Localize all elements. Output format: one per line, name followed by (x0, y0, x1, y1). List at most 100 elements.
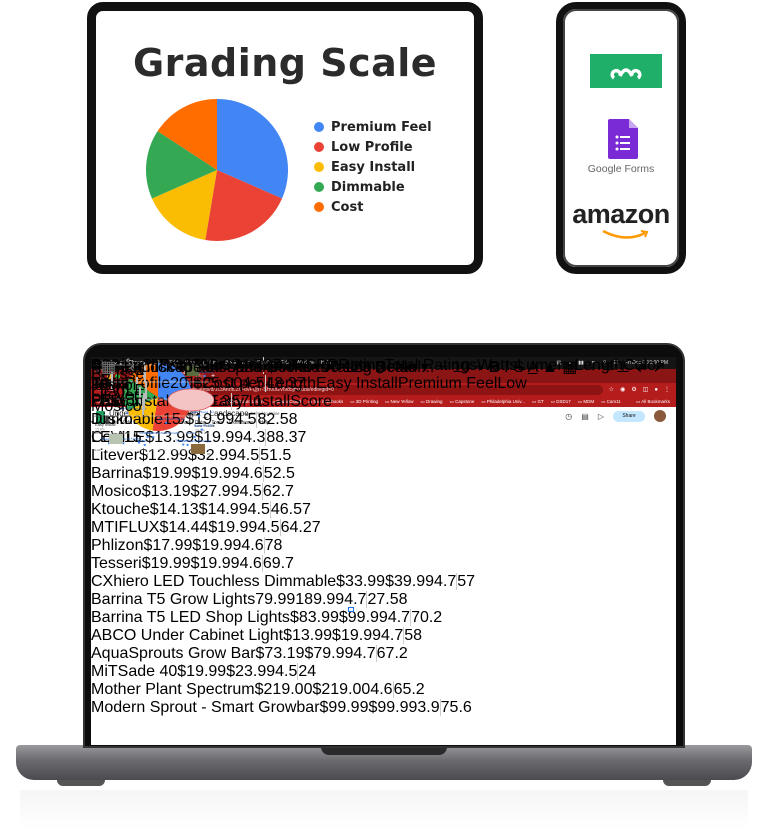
table-row: Barrina$19.99$19.994.652.5 (91, 465, 475, 483)
legend-label: Premium Feel (331, 119, 432, 135)
scatter-point[interactable] (165, 421, 168, 424)
product-link[interactable]: ABCO Under Cabinet Light (91, 627, 283, 644)
msrp-cell: $27.99 (190, 483, 240, 500)
msrp-cell: $99.99 (368, 699, 418, 716)
product-link[interactable]: AquaSprouts Grow Bar (91, 645, 256, 662)
price-cell: $33.99 (336, 573, 386, 590)
product-link[interactable]: Barrina (91, 465, 143, 482)
grid-view-icon[interactable]: ▦ ‹ (91, 359, 135, 376)
table-row: Phlizon$17.99$19.994.678 (91, 537, 475, 555)
product-link[interactable]: Tesseri (91, 555, 142, 572)
scatter-point[interactable] (152, 436, 155, 439)
product-link[interactable]: Modern Sprout - Smart Growbar (91, 699, 320, 716)
product-link[interactable]: Barrina T5 LED Shop Lights (91, 609, 290, 626)
legend-label: Easy Install (331, 159, 416, 175)
grading-pie-chart (146, 99, 288, 241)
product-link[interactable]: Mosico (91, 483, 142, 500)
msrp-cell: 189.99 (295, 591, 345, 608)
speaker-notes-bar: ▦ ‹ Click to add speaker notes (91, 357, 328, 377)
data-cells (145, 382, 148, 400)
highlight-ellipse (167, 388, 215, 412)
meet-icon[interactable]: ▷ (598, 412, 604, 421)
score-cell: 24 (298, 663, 317, 680)
tablet-frame: Grading Scale Premium Feel Low Profile Eas… (87, 2, 483, 274)
legend-dot-icon (314, 202, 324, 212)
rating-cell: 4.5 (242, 375, 265, 392)
x-tick-label: 20 (117, 452, 121, 456)
comments-icon[interactable]: ▤ (581, 412, 589, 421)
rating-cell: 4.6 (239, 555, 262, 572)
table-row: Modern Sprout - Smart Growbar$99.99$99.9… (91, 699, 475, 717)
table-row: Mother Plant Spectrum$219.00$219.004.665… (91, 681, 475, 699)
table-row: Barrina T5 Grow Lights79.99189.994.727.5… (91, 591, 475, 609)
legend-label: Dimmable (331, 179, 405, 195)
x-tick-label: 80 (207, 452, 211, 456)
legend-item: Easy Install (314, 157, 432, 177)
rating-cell: 4.5 (257, 519, 280, 536)
score-cell: 67.2 (376, 645, 408, 662)
rating-cell: 3.9 (417, 699, 440, 716)
legend-label: Low Profile (331, 139, 413, 155)
msrp-cell: $39.99 (385, 573, 435, 590)
amazon-smile-icon (602, 229, 649, 239)
scatter-point[interactable] (198, 415, 200, 417)
rating-cell: 4.7 (434, 573, 457, 590)
msrp-cell: $19.99 (191, 465, 241, 482)
table-row: ABCO Under Cabinet Light$13.99$19.994.75… (91, 627, 475, 645)
rating-cell: 4.5 (247, 501, 270, 518)
product-link[interactable]: CXhiero LED Touchless Dimmable (91, 573, 336, 590)
scatter-point[interactable] (182, 443, 185, 446)
legend-dot-icon (314, 182, 324, 192)
column-header: Length (574, 357, 624, 374)
table-row: MiTSade 40$19.99$23.994.524 (91, 663, 475, 681)
product-link[interactable]: Barrina T5 Grow Lights (91, 591, 255, 608)
score-cell: 52.5 (263, 465, 295, 482)
version-history-icon[interactable]: ◷ (565, 412, 572, 421)
point-label: ABCO Under Cabinet Light (180, 439, 211, 443)
amazon-logo: amazon (572, 199, 670, 229)
score-cell: 75.6 (440, 699, 472, 716)
rating-cell: 4.5 (236, 447, 260, 464)
rating-cell: 4.6 (240, 465, 263, 482)
rating-cell: 4.5 (234, 411, 257, 428)
price-cell: $19.99 (141, 555, 191, 572)
product-thumbnail (109, 434, 123, 444)
rating-cell: 4.6 (370, 681, 393, 698)
sheet-tab-rating-scale[interactable]: Rating Scale ▾ (326, 359, 429, 376)
score-cell: 62.7 (262, 483, 294, 500)
msrp-cell: $23.99 (226, 663, 276, 680)
product-link[interactable]: Ktouche (91, 501, 150, 518)
product-link[interactable]: Mosico (91, 398, 142, 415)
score-cell: 58 (404, 627, 423, 644)
scatter-point[interactable] (186, 443, 189, 446)
price-cell: $14.44 (159, 519, 209, 536)
x-tick-label: 1 (147, 452, 149, 456)
point-label: Mosaic (101, 437, 110, 441)
table-row: Tesseri$19.99$19.994.669.7 (91, 555, 475, 573)
product-link[interactable]: Phlizon (91, 537, 143, 554)
scatter-point[interactable] (146, 436, 149, 439)
product-link[interactable]: MTIFLUX (91, 519, 159, 536)
product-link[interactable]: MiTSade 40 (91, 663, 177, 680)
point-label: AleaBolt (137, 439, 147, 443)
laptop-foot (57, 780, 105, 786)
price-cell: $19.99 (177, 663, 227, 680)
scatter-point[interactable] (143, 443, 146, 446)
product-link[interactable]: Mother Plant Spectrum (91, 681, 255, 698)
point-label: CXhiero LED Touchless Dimmable (140, 431, 180, 435)
column-header: Lumens (517, 357, 575, 374)
table-row: Mosico$13.19$27.994.562.7 (91, 483, 475, 501)
share-button[interactable]: Share (613, 410, 645, 422)
selected-cell-indicator (348, 607, 354, 612)
speaker-notes-input[interactable]: Click to add speaker notes (139, 359, 328, 376)
price-cell: $83.99 (289, 609, 339, 626)
point-label: Barrina T5 LED Shop Lights (194, 424, 214, 428)
rating-cell: 4.5 (239, 483, 262, 500)
phone-frame: Google Forms amazon (556, 2, 686, 274)
scatter-point[interactable] (200, 428, 203, 431)
user-avatar[interactable] (654, 410, 666, 422)
laptop-reflection (20, 790, 748, 830)
table-row: Barrina T5 LED Shop Lights$83.99$99.994.… (91, 609, 475, 627)
point-label: Bummo (187, 431, 196, 435)
scatter-point[interactable] (193, 436, 196, 439)
